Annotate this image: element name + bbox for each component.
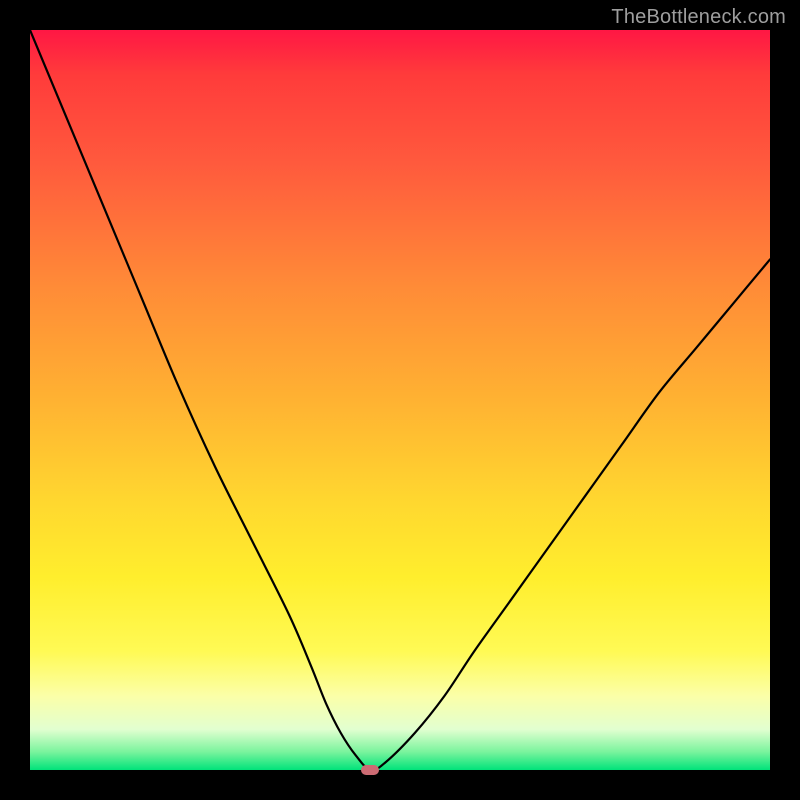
optimal-point-marker <box>361 765 379 775</box>
chart-frame: TheBottleneck.com <box>0 0 800 800</box>
watermark-text: TheBottleneck.com <box>611 6 786 29</box>
plot-area <box>30 30 770 770</box>
bottleneck-curve <box>30 30 770 770</box>
